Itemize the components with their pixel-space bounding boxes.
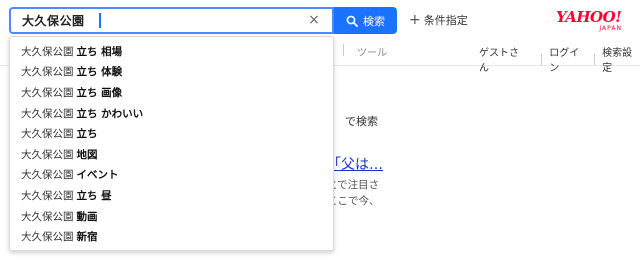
result-title-link[interactable]: 「父は… <box>327 154 383 174</box>
suggestion-extra: 立ち <box>76 128 98 141</box>
suggestion-base: 大久保公園 <box>21 148 74 161</box>
logo-subtext: JAPAN <box>599 25 622 32</box>
guest-label: ゲストさん <box>479 48 519 74</box>
search-input[interactable]: 大久保公園 × <box>9 7 334 34</box>
suggestion-item[interactable]: 大久保公園 立ち かわいい <box>10 103 333 124</box>
suggestion-extra: 立ち 昼 <box>76 189 112 202</box>
suggestion-base: 大久保公園 <box>21 210 74 223</box>
suggestion-item[interactable]: 大久保公園 立ち 相場 <box>10 41 333 62</box>
search-settings-link[interactable]: 検索設定 <box>602 44 640 74</box>
result-snippet-line: とで注目さ <box>327 179 380 191</box>
suggestion-base: 大久保公園 <box>21 45 74 58</box>
suggestion-extra: 地図 <box>76 148 98 161</box>
search-button-label: 検索 <box>363 14 385 28</box>
suggestion-item[interactable]: 大久保公園 イベント <box>10 165 333 186</box>
suggestion-extra: 立ち 相場 <box>76 45 123 58</box>
suggestion-base: 大久保公園 <box>21 189 74 202</box>
user-area: ゲストさん ログイン 検索設定 <box>479 44 640 74</box>
suggestion-base: 大久保公園 <box>21 66 74 79</box>
suggestion-item[interactable]: 大久保公園 立ち <box>10 123 333 144</box>
login-link[interactable]: ログイン <box>549 44 587 74</box>
search-icon <box>346 15 358 27</box>
suggestion-item[interactable]: 大久保公園 地図 <box>10 144 333 165</box>
result-snippet-line: ここで今、 <box>327 195 380 207</box>
suggestion-item[interactable]: 大久保公園 立ち 体験 <box>10 62 333 83</box>
suggestion-extra: 立ち かわいい <box>76 107 144 120</box>
suggestion-item[interactable]: 大久保公園 立ち 昼 <box>10 185 333 206</box>
suggestion-extra: 新宿 <box>76 231 98 244</box>
plus-icon: + <box>409 12 421 28</box>
advanced-search-button[interactable]: + 条件指定 <box>409 12 468 28</box>
clear-icon[interactable]: × <box>306 12 322 28</box>
suggestion-extra: 立ち 体験 <box>76 66 123 79</box>
suggestion-base: 大久保公園 <box>21 107 74 120</box>
search-suggestions-dropdown: 大久保公園 立ち 相場 大久保公園 立ち 体験 大久保公園 立ち 画像 大久保公園 立ち… <box>9 36 334 251</box>
suggestion-item[interactable]: 大久保公園 新宿 <box>10 226 333 247</box>
suggestion-base: 大久保公園 <box>21 86 74 99</box>
logo-wordmark: YAHOO! <box>556 8 622 26</box>
user-separator-2 <box>594 53 596 65</box>
search-button[interactable]: 検索 <box>334 7 397 34</box>
conditions-label: 条件指定 <box>423 14 468 27</box>
suggestion-base: 大久保公園 <box>21 169 74 182</box>
suggestion-item[interactable]: 大久保公園 動画 <box>10 206 333 227</box>
suggestion-base: 大久保公園 <box>21 128 74 141</box>
text-caret <box>98 13 101 28</box>
suggestion-extra: イベント <box>76 169 119 182</box>
yahoo-japan-logo[interactable]: YAHOO! JAPAN <box>556 9 628 37</box>
tools-link[interactable]: ツール <box>357 44 387 59</box>
suggestion-extra: 立ち 画像 <box>76 86 123 99</box>
search-hint-text: で検索 <box>345 115 378 128</box>
suggestion-extra: 動画 <box>76 210 98 223</box>
suggestion-item[interactable]: 大久保公園 立ち 画像 <box>10 82 333 103</box>
toolbar-separator <box>343 44 344 56</box>
suggestion-base: 大久保公園 <box>21 231 74 244</box>
user-separator <box>541 53 543 65</box>
search-query-text: 大久保公園 <box>22 14 85 28</box>
